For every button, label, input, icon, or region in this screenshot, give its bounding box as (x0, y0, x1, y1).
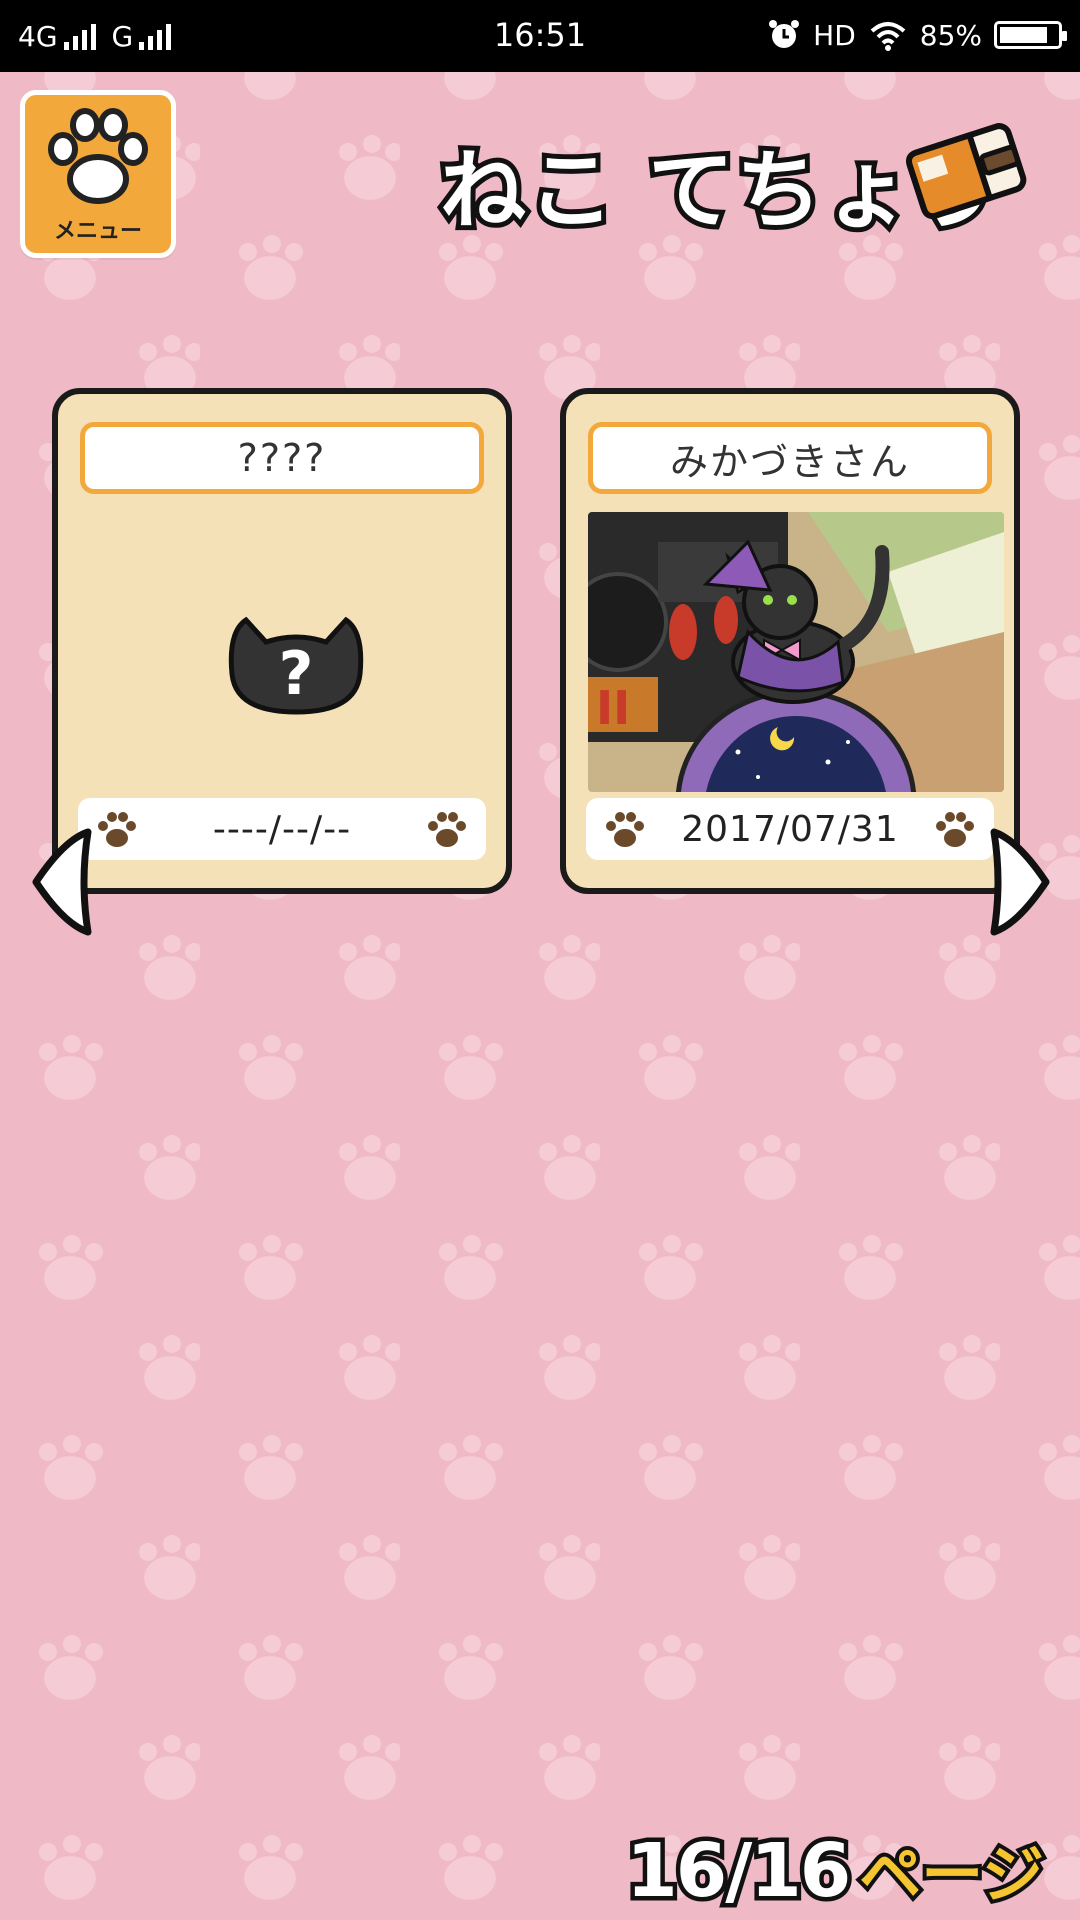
cat-date-plate: ----/--/-- (78, 798, 486, 860)
cat-date: ----/--/-- (212, 808, 352, 850)
paw-icon (428, 812, 466, 847)
cat-name-plate: みかづきさん (588, 422, 992, 494)
hd-indicator: HD (813, 18, 856, 52)
arrow-right-icon[interactable] (986, 826, 1054, 938)
alarm-icon (769, 20, 800, 48)
battery-icon (994, 21, 1067, 49)
svg-text:II: II (596, 681, 630, 735)
paw-icon (98, 812, 136, 847)
battery-level (1000, 27, 1047, 43)
arrow-left-icon[interactable] (28, 826, 96, 938)
paw-icon (48, 108, 148, 204)
cat-photo: II (588, 512, 1004, 792)
cat-name-plate: ???? (80, 422, 484, 494)
page-indicator: 16/16 ページ (622, 1824, 1048, 1919)
system-status: HD 85% (767, 18, 1067, 52)
cat-card-mikazuki[interactable]: みかづきさん II 2017/07/31 (560, 388, 1020, 894)
cat-name: ???? (237, 436, 327, 480)
unknown-cat-icon: ? (228, 616, 364, 715)
wifi-icon (870, 22, 906, 51)
page-suffix: ページ (855, 1834, 1048, 1915)
notebook-icon[interactable] (900, 118, 1032, 222)
battery-percent: 85% (919, 18, 982, 52)
paw-icon (606, 812, 644, 847)
page-number: 16/16 (622, 1824, 856, 1919)
menu-label: メニュー (53, 219, 142, 244)
status-bar: 4G G 16:51 HD 85% (0, 0, 1080, 72)
paw-icon (936, 812, 974, 847)
cat-date-plate: 2017/07/31 (586, 798, 994, 860)
svg-text:?: ? (279, 639, 314, 709)
cat-date: 2017/07/31 (681, 808, 899, 850)
menu-button[interactable]: メニュー (20, 90, 176, 258)
cat-card-unknown[interactable]: ???? ? ----/--/-- (52, 388, 512, 894)
cat-name: みかづきさん (669, 439, 910, 484)
